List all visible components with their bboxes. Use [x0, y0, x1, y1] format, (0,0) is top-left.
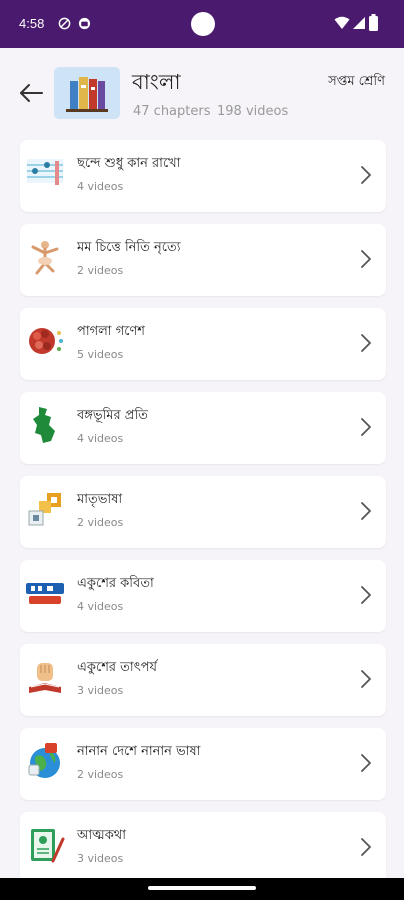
chapter-video-count: 2 videos — [77, 768, 124, 781]
status-time: 4:58 — [19, 16, 45, 31]
subject-thumbnail — [54, 67, 120, 119]
chevron-right-icon — [361, 250, 371, 268]
navigation-bar — [0, 878, 404, 900]
status-bar: 4:58 — [0, 0, 404, 48]
ekushe-icon — [26, 583, 64, 604]
chapter-item[interactable]: নানান দেশে নানান ভাষা 2 videos — [20, 728, 386, 800]
back-arrow-icon[interactable] — [18, 82, 44, 104]
chapter-title: একুশের তাৎপর্য — [77, 660, 157, 675]
notebook-pen-icon — [31, 829, 65, 863]
wifi-icon — [334, 16, 350, 29]
battery-icon — [369, 14, 378, 31]
music-notes-icon — [27, 159, 63, 185]
dancer-icon — [31, 241, 59, 275]
chevron-right-icon — [361, 334, 371, 352]
chapter-title: আত্মকথা — [77, 828, 126, 843]
chevron-right-icon — [361, 670, 371, 688]
globe-languages-icon — [28, 743, 60, 778]
chevron-right-icon — [361, 418, 371, 436]
chapter-item[interactable]: ছন্দে শুধু কান রাখো 4 videos — [20, 140, 386, 212]
chevron-right-icon — [361, 166, 371, 184]
chapter-title: নানান দেশে নানান ভাষা — [77, 744, 201, 759]
fist-book-icon — [29, 663, 61, 693]
home-gesture-handle[interactable] — [148, 886, 256, 890]
chapter-video-count: 3 videos — [77, 852, 124, 865]
chapter-item[interactable]: পাগলা গণেশ 5 videos — [20, 308, 386, 380]
alphabet-blocks-icon — [28, 493, 61, 526]
chapter-item[interactable]: আত্মকথা 3 videos — [20, 812, 386, 884]
chapter-title: মম চিত্তে নিতি নৃত্যে — [77, 240, 181, 255]
videos-count: 198 videos — [217, 104, 289, 119]
chapter-title: ছন্দে শুধু কান রাখো — [77, 156, 181, 171]
chapters-count: 47 chapters — [133, 104, 211, 119]
chapter-title: বঙ্গভূমির প্রতি — [77, 408, 148, 423]
chapter-video-count: 3 videos — [77, 684, 124, 697]
shield-icon — [58, 17, 71, 30]
chapter-video-count: 5 videos — [77, 348, 124, 361]
chapter-item[interactable]: একুশের কবিতা 4 videos — [20, 560, 386, 632]
chapter-video-count: 2 videos — [77, 264, 124, 277]
chevron-right-icon — [361, 754, 371, 772]
notification-icon — [78, 17, 91, 30]
subject-title: বাংলা — [132, 70, 181, 94]
brain-icon — [29, 328, 63, 354]
chapter-title: একুশের কবিতা — [77, 576, 154, 591]
books-icon — [66, 77, 108, 112]
bengal-map-icon — [33, 407, 55, 443]
chapter-title: পাগলা গণেশ — [77, 324, 145, 339]
chapter-video-count: 4 videos — [77, 432, 124, 445]
chevron-right-icon — [361, 586, 371, 604]
signal-icon — [353, 17, 365, 29]
chapter-item[interactable]: বঙ্গভূমির প্রতি 4 videos — [20, 392, 386, 464]
chapter-item[interactable]: মাতৃভাষা 2 videos — [20, 476, 386, 548]
chapter-title: মাতৃভাষা — [77, 492, 123, 507]
subject-header: বাংলা 47 chapters 198 videos সপ্তম শ্রেণ… — [0, 48, 404, 136]
chapter-video-count: 4 videos — [77, 180, 124, 193]
chapter-item[interactable]: একুশের তাৎপর্য 3 videos — [20, 644, 386, 716]
camera-cutout — [191, 12, 215, 36]
chapter-video-count: 2 videos — [77, 516, 124, 529]
chapter-video-count: 4 videos — [77, 600, 124, 613]
chapter-item[interactable]: মম চিত্তে নিতি নৃত্যে 2 videos — [20, 224, 386, 296]
chevron-right-icon — [361, 502, 371, 520]
chevron-right-icon — [361, 838, 371, 856]
class-label[interactable]: সপ্তম শ্রেণি — [328, 72, 385, 93]
